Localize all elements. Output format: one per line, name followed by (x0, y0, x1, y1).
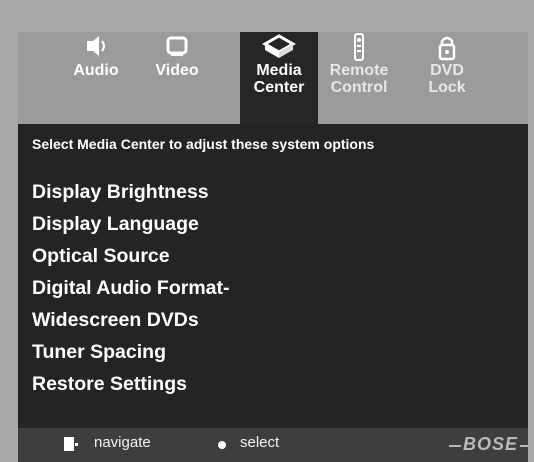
options-menu: Display Brightness Display Language Opti… (32, 176, 230, 400)
menu-item-restore-settings[interactable]: Restore Settings (32, 368, 230, 400)
tab-label: Video (155, 62, 199, 79)
navigate-icon (64, 437, 78, 451)
menu-item-widescreen-dvds[interactable]: Widescreen DVDs (32, 304, 230, 336)
tab-media-center[interactable]: Media Center (240, 32, 318, 124)
select-hint: select (240, 434, 280, 451)
menu-item-display-brightness[interactable]: Display Brightness (32, 176, 230, 208)
screen: Audio Video Media Center Remote Control … (0, 0, 534, 462)
media-center-icon (240, 32, 318, 62)
menu-item-optical-source[interactable]: Optical Source (32, 240, 230, 272)
footer-bar: navigate select BOSE (18, 428, 529, 462)
speaker-icon (62, 32, 130, 62)
tab-audio[interactable]: Audio (62, 32, 130, 124)
menu-item-digital-audio-format[interactable]: Digital Audio Format- (32, 272, 230, 304)
tab-label: Audio (73, 62, 119, 79)
menu-item-display-language[interactable]: Display Language (32, 208, 230, 240)
tab-remote-control[interactable]: Remote Control (318, 32, 400, 124)
remote-control-icon (318, 32, 400, 62)
navigate-hint: navigate (94, 434, 151, 451)
select-icon (218, 441, 226, 449)
tab-dvd-lock[interactable]: DVD Lock (410, 32, 484, 124)
tab-label: DVD Lock (428, 62, 466, 96)
menu-item-tuner-spacing[interactable]: Tuner Spacing (32, 336, 230, 368)
tab-label: Media Center (253, 62, 305, 96)
bose-logo: BOSE (448, 434, 529, 454)
instruction-text: Select Media Center to adjust these syst… (32, 136, 375, 152)
tab-bar: Audio Video Media Center Remote Control … (18, 32, 528, 124)
options-panel: Select Media Center to adjust these syst… (18, 124, 528, 428)
tab-label: Remote Control (329, 62, 389, 96)
tab-video[interactable]: Video (142, 32, 212, 124)
lock-icon (410, 32, 484, 62)
tv-icon (142, 32, 212, 62)
